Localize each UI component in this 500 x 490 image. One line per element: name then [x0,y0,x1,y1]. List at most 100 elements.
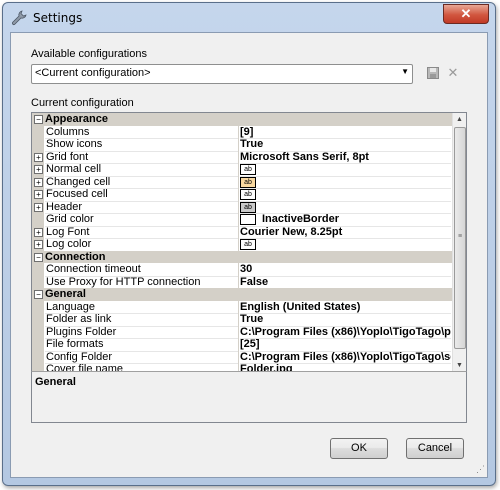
property-row[interactable]: Plugins Folder C:\Program Files (x86)\Yop… [32,325,452,339]
category-label: Appearance [45,113,108,125]
title-bar[interactable]: Settings ✕ [3,3,495,33]
expand-icon[interactable]: + [34,177,43,187]
property-row[interactable]: + Normal cell ab [32,163,452,177]
expand-icon[interactable]: + [34,240,43,249]
property-value[interactable]: 30 [240,263,451,277]
property-row[interactable]: + Log Font Courier New, 8.25pt [32,225,452,239]
expand-icon[interactable]: + [34,165,43,174]
property-name: Changed cell [45,175,239,189]
delete-icon: ✕ [447,65,459,80]
property-name: Language [45,300,239,314]
property-name: Plugins Folder [45,325,239,339]
settings-window: Settings ✕ Available configurations <Cur… [2,2,496,486]
property-name: Header [45,200,239,214]
save-configuration-button[interactable] [425,65,441,81]
property-value[interactable]: ab [240,188,451,202]
property-name: Columns [45,125,239,139]
property-row[interactable]: File formats [25] [32,338,452,352]
color-swatch-icon: ab [240,201,256,213]
collapse-icon[interactable]: − [34,252,43,262]
row-margin [32,213,44,226]
property-value-text: InactiveBorder [262,213,340,225]
configuration-select-value: <Current configuration> [35,67,151,79]
property-value[interactable]: ab [240,176,451,189]
expand-icon[interactable]: + [34,202,43,212]
scrollbar-grip-icon: ≡ [457,233,463,240]
property-value[interactable]: [9] [240,126,451,139]
property-row[interactable]: Language English (United States) [32,300,452,314]
property-value[interactable]: ab [240,201,451,214]
vertical-scrollbar[interactable]: ▲ ≡ ▼ [452,113,466,372]
scrollbar-thumb[interactable]: ≡ [454,127,466,349]
property-row[interactable]: Connection timeout 30 [32,263,452,277]
available-configurations-label: Available configurations [31,48,147,60]
expand-icon[interactable]: + [34,190,43,199]
property-row[interactable]: + Log color ab [32,238,452,252]
description-panel: General [31,371,467,423]
row-margin [32,350,44,363]
expand-icon[interactable]: + [34,152,43,162]
property-value[interactable]: True [240,138,451,152]
cancel-button[interactable]: Cancel [406,438,464,459]
property-name: Show icons [45,138,239,152]
category-label: Connection [45,250,106,263]
row-margin [32,275,44,288]
property-row[interactable]: Grid color InactiveBorder [32,213,452,227]
property-value[interactable]: [25] [240,338,451,352]
collapse-icon[interactable]: − [34,115,43,124]
property-row[interactable]: Config Folder C:\Program Files (x86)\Yopl… [32,350,452,364]
category-label: General [45,288,86,300]
property-row[interactable]: Columns [9] [32,125,452,139]
property-value[interactable]: C:\Program Files (x86)\Yoplo\TigoTago\se… [240,351,451,364]
dialog-body: Available configurations <Current config… [10,32,488,478]
property-grid[interactable]: − Appearance Columns [9] Show icons True + Grid… [31,112,467,373]
property-row[interactable]: + Header ab [32,200,452,214]
property-row[interactable]: Use Proxy for HTTP connection False [32,275,452,289]
wrench-icon [11,10,27,26]
description-title: General [35,376,76,388]
property-value[interactable]: Courier New, 8.25pt [240,226,451,239]
resize-grip-icon[interactable]: ⋰ [476,464,485,475]
row-margin [32,125,44,138]
close-button[interactable]: ✕ [443,4,489,24]
color-swatch-icon: ab [240,164,256,175]
property-row[interactable]: Folder as link True [32,313,452,327]
collapse-icon[interactable]: − [34,290,43,299]
color-swatch-icon: ab [240,176,256,188]
window-title: Settings [33,11,83,25]
scroll-up-arrow-icon[interactable]: ▲ [453,113,466,126]
category-row[interactable]: − Appearance [32,113,452,126]
property-value[interactable]: ab [240,163,451,177]
property-value[interactable]: C:\Program Files (x86)\Yoplo\TigoTago\pl… [240,326,451,339]
property-name: Grid font [45,150,239,164]
property-value[interactable]: ab [240,238,451,252]
row-margin [32,263,44,276]
property-name: Focused cell [45,188,239,202]
property-name: Folder as link [45,313,239,327]
property-row[interactable]: Show icons True [32,138,452,152]
property-value[interactable]: InactiveBorder [240,213,451,227]
property-name: File formats [45,338,239,352]
expand-icon[interactable]: + [34,227,43,237]
property-row[interactable]: + Grid font Microsoft Sans Serif, 8pt [32,150,452,164]
property-value[interactable]: English (United States) [240,301,451,314]
property-row[interactable]: + Focused cell ab [32,188,452,202]
property-name: Log Font [45,225,239,239]
property-value[interactable]: Microsoft Sans Serif, 8pt [240,151,451,164]
color-swatch-icon: ab [240,189,256,200]
color-swatch-icon [240,214,256,225]
property-value[interactable]: False [240,276,451,289]
row-margin [32,138,44,151]
row-margin [32,325,44,338]
property-row[interactable]: + Changed cell ab [32,175,452,189]
ok-button[interactable]: OK [330,438,388,459]
chevron-down-icon[interactable]: ▼ [401,67,409,76]
property-value[interactable]: True [240,313,451,327]
category-row[interactable]: − General [32,288,452,301]
category-row[interactable]: − Connection [32,250,452,263]
configuration-select[interactable]: <Current configuration> ▼ [31,64,413,84]
delete-configuration-button[interactable]: ✕ [445,65,461,81]
property-name: Grid color [45,213,239,227]
property-name: Use Proxy for HTTP connection [45,275,239,289]
property-name: Connection timeout [45,263,239,277]
